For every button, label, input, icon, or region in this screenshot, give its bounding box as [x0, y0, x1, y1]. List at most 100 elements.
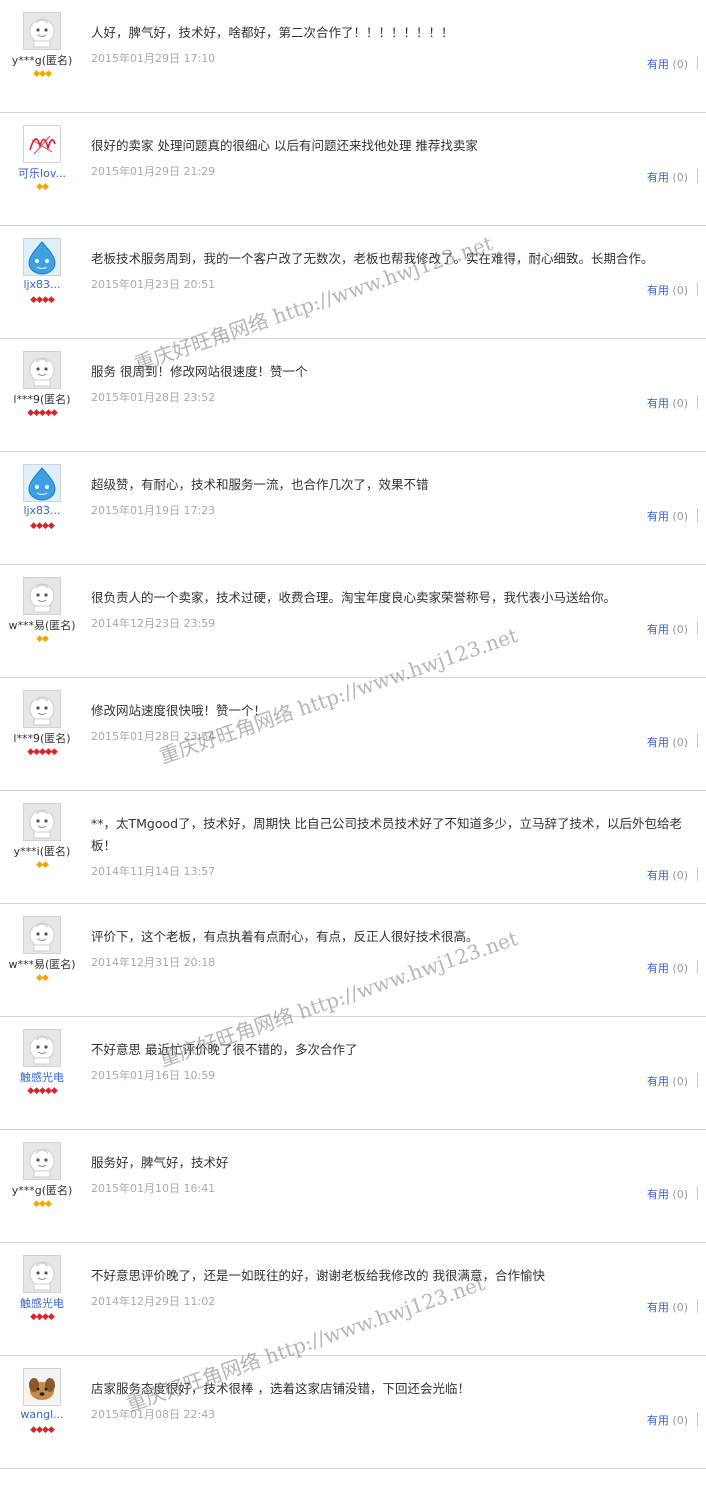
useful-label: 有用 [646, 397, 669, 410]
review-date: 2014年12月23日 23:59 [91, 617, 216, 630]
divider [697, 1412, 698, 1426]
reviewer-rank-icon: ◆◆◆◆ [30, 295, 55, 305]
review-content: 老板技术服务周到，我的一个客户改了无数次，老板也帮我修改了。实在难得，耐心细致。… [91, 251, 654, 266]
divider [697, 56, 698, 70]
review-date: 2015年01月28日 23:52 [91, 391, 216, 404]
avatar[interactable] [23, 12, 61, 50]
review-content: 很负责人的一个卖家，技术过硬，收费合理。淘宝年度良心卖家荣誉称号，我代表小马送给… [91, 590, 617, 605]
useful-button[interactable]: 有用 (0) [647, 734, 688, 750]
review-date: 2014年11月14日 13:57 [91, 865, 216, 878]
avatar[interactable] [23, 803, 61, 841]
divider [697, 867, 698, 881]
reviewer-name[interactable]: 可乐lov... [0, 165, 84, 181]
review-item: w***易(匿名) ◆◆ 评价下，这个老板，有点执着有点耐心，有点，反正人很好技… [0, 904, 706, 1017]
reviewer-rank-icon: ◆◆◆ [33, 69, 52, 79]
useful-count: (0) [672, 1188, 688, 1201]
useful-count: (0) [672, 397, 688, 410]
avatar[interactable] [23, 577, 61, 615]
review-date: 2015年01月28日 23:54 [91, 730, 216, 743]
divider [697, 1186, 698, 1200]
reviewer-name: y***g(匿名) [11, 1184, 73, 1197]
useful-count: (0) [672, 623, 688, 636]
avatar[interactable] [23, 690, 61, 728]
reviewer-name[interactable]: 触感光电 [0, 1295, 84, 1311]
useful-label: 有用 [646, 284, 669, 297]
useful-button[interactable]: 有用 (0) [647, 960, 688, 976]
avatar[interactable] [23, 125, 61, 163]
useful-button[interactable]: 有用 (0) [647, 1186, 688, 1202]
avatar[interactable] [23, 1142, 61, 1180]
review-date: 2015年01月23日 20:51 [91, 278, 216, 291]
review-date: 2015年01月19日 17:23 [91, 504, 216, 517]
review-content: 很好的卖家 处理问题真的很细心 以后有问题还来找他处理 推荐找卖家 [91, 138, 478, 153]
reviewer-name: w***易(匿名) [8, 619, 76, 632]
useful-button[interactable]: 有用 (0) [647, 169, 688, 185]
reviewer-rank-icon: ◆◆◆◆ [30, 521, 55, 531]
useful-label: 有用 [646, 510, 669, 523]
divider [697, 1299, 698, 1313]
review-item: y***i(匿名) ◆◆ **，太TMgood了，技术好，周期快 比自己公司技术… [0, 791, 706, 904]
reviewer-name: w***易(匿名) [8, 958, 76, 971]
useful-button[interactable]: 有用 (0) [647, 56, 688, 72]
useful-count: (0) [672, 1301, 688, 1314]
reviewer-rank-icon: ◆◆◆ [33, 1199, 52, 1209]
avatar[interactable] [23, 916, 61, 954]
divider [697, 282, 698, 296]
divider [697, 395, 698, 409]
avatar[interactable] [23, 1255, 61, 1293]
useful-label: 有用 [646, 869, 669, 882]
review-content: 服务好，脾气好，技术好 [91, 1155, 229, 1170]
review-item: ljx83... ◆◆◆◆ 老板技术服务周到，我的一个客户改了无数次，老板也帮我… [0, 226, 706, 339]
review-date: 2015年01月29日 17:10 [91, 52, 216, 65]
reviewer-name[interactable]: ljx83... [0, 278, 84, 291]
review-item: w***易(匿名) ◆◆ 很负责人的一个卖家，技术过硬，收费合理。淘宝年度良心卖… [0, 565, 706, 678]
divider [697, 734, 698, 748]
reviewer-name[interactable]: wangl... [0, 1408, 84, 1421]
review-content: 店家服务态度很好，技术很棒 ，选着这家店铺没错，下回还会光临！ [91, 1381, 470, 1396]
reviewer-name: y***g(匿名) [11, 54, 73, 67]
review-content: 修改网站速度很快哦！赞一个！ [91, 703, 267, 718]
review-content: 服务 很周到！修改网站很速度！赞一个 [91, 364, 308, 379]
divider [697, 960, 698, 974]
divider [697, 621, 698, 635]
review-date: 2015年01月08日 22:43 [91, 1408, 216, 1421]
useful-button[interactable]: 有用 (0) [647, 282, 688, 298]
divider [697, 508, 698, 522]
review-content: 不好意思评价晚了，还是一如既往的好，谢谢老板给我修改的 我很满意，合作愉快 [91, 1268, 545, 1283]
review-item: l***9(匿名) ◆◆◆◆◆ 修改网站速度很快哦！赞一个！ 2015年01月2… [0, 678, 706, 791]
reviewer-rank-icon: ◆◆◆◆◆ [27, 408, 58, 418]
reviewer-name[interactable]: ljx83... [0, 504, 84, 517]
useful-button[interactable]: 有用 (0) [647, 867, 688, 883]
useful-count: (0) [672, 1075, 688, 1088]
avatar[interactable] [23, 1368, 61, 1406]
reviewer-rank-icon: ◆◆ [36, 634, 49, 644]
reviewer-name: l***9(匿名) [13, 393, 71, 406]
review-content: **，太TMgood了，技术好，周期快 比自己公司技术员技术好了不知道多少，立马… [91, 816, 683, 853]
useful-label: 有用 [646, 736, 669, 749]
reviewer-name: y***i(匿名) [13, 845, 71, 858]
review-item: 可乐lov... ◆◆ 很好的卖家 处理问题真的很细心 以后有问题还来找他处理 … [0, 113, 706, 226]
avatar[interactable] [23, 464, 61, 502]
divider [697, 169, 698, 183]
useful-count: (0) [672, 962, 688, 975]
avatar[interactable] [23, 351, 61, 389]
useful-button[interactable]: 有用 (0) [647, 1073, 688, 1089]
useful-button[interactable]: 有用 (0) [647, 1412, 688, 1428]
useful-button[interactable]: 有用 (0) [647, 508, 688, 524]
useful-button[interactable]: 有用 (0) [647, 1299, 688, 1315]
useful-label: 有用 [646, 1301, 669, 1314]
avatar[interactable] [23, 238, 61, 276]
review-content: 人好，脾气好，技术好，啥都好，第二次合作了！！！！！！！！ [91, 25, 454, 40]
review-content: 超级赞，有耐心，技术和服务一流，也合作几次了，效果不错 [91, 477, 429, 492]
useful-count: (0) [672, 869, 688, 882]
reviewer-name[interactable]: 触感光电 [0, 1069, 84, 1085]
useful-button[interactable]: 有用 (0) [647, 395, 688, 411]
useful-count: (0) [672, 58, 688, 71]
useful-button[interactable]: 有用 (0) [647, 621, 688, 637]
review-item: y***g(匿名) ◆◆◆ 人好，脾气好，技术好，啥都好，第二次合作了！！！！！… [0, 0, 706, 113]
review-item: l***9(匿名) ◆◆◆◆◆ 服务 很周到！修改网站很速度！赞一个 2015年… [0, 339, 706, 452]
useful-label: 有用 [646, 171, 669, 184]
useful-label: 有用 [646, 1414, 669, 1427]
useful-count: (0) [672, 284, 688, 297]
avatar[interactable] [23, 1029, 61, 1067]
